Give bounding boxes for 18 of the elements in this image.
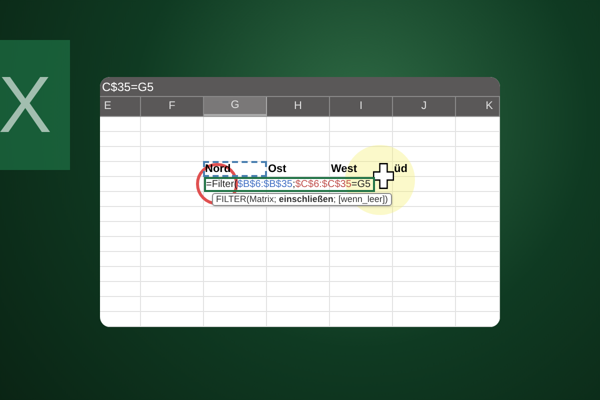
formula-part: $B$6:$B$35 [237, 178, 292, 192]
column-header[interactable]: G [204, 97, 267, 116]
formula-part: ; [292, 178, 296, 192]
column-header[interactable]: J [393, 97, 456, 116]
column-header[interactable]: I [330, 97, 393, 116]
column-header[interactable]: H [267, 97, 330, 116]
formula-text: C$35=G5 [102, 78, 154, 96]
logo-letter: X [0, 65, 52, 145]
table-cell[interactable]: üd [393, 162, 455, 176]
column-header[interactable]: K [456, 97, 500, 116]
formula-part: =G5 [351, 178, 371, 192]
formula-part: $C$6:$C$35 [295, 178, 352, 192]
function-tooltip: FILTER(Matrix; einschließen; [wenn_leer]) [212, 193, 392, 206]
table-cell[interactable]: West [330, 162, 392, 176]
table-cell[interactable]: Ost [267, 162, 329, 176]
column-header[interactable]: E [100, 97, 141, 116]
table-cell[interactable]: Nord [204, 162, 266, 176]
cross-cursor-icon [373, 163, 394, 189]
